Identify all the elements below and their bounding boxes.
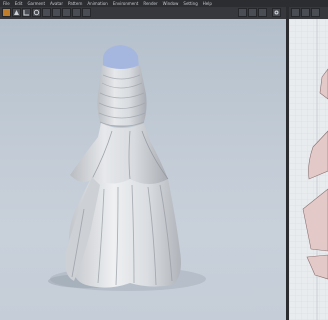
menu-window[interactable]: Window — [163, 0, 179, 7]
tack-icon[interactable] — [72, 8, 81, 17]
pattern-select-icon[interactable] — [291, 8, 300, 17]
menu-avatar[interactable]: Avatar — [50, 0, 63, 7]
pin-icon[interactable] — [62, 8, 71, 17]
gizmo-icon[interactable] — [22, 8, 31, 17]
settings-icon[interactable] — [272, 8, 281, 17]
arrange-icon[interactable] — [258, 8, 267, 17]
view-2d-icon[interactable] — [238, 8, 247, 17]
move-icon[interactable] — [12, 8, 21, 17]
view-3d-icon[interactable] — [248, 8, 257, 17]
menu-setting[interactable]: Setting — [183, 0, 197, 7]
scale-icon[interactable] — [42, 8, 51, 17]
menu-help[interactable]: Help — [203, 0, 212, 7]
menu-garment[interactable]: Garment — [27, 0, 45, 7]
menu-edit[interactable]: Edit — [15, 0, 23, 7]
pattern-point-icon[interactable] — [311, 8, 320, 17]
menu-environment[interactable]: Environment — [113, 0, 139, 7]
menu-bar: File Edit Garment Avatar Pattern Animati… — [0, 0, 328, 7]
select-icon[interactable] — [2, 8, 11, 17]
menu-render[interactable]: Render — [143, 0, 157, 7]
pattern-window-2d[interactable] — [289, 19, 328, 320]
pattern-edit-icon[interactable] — [301, 8, 310, 17]
simulate-icon[interactable] — [82, 8, 91, 17]
rotate-icon[interactable] — [32, 8, 41, 17]
dress-ruffle — [70, 123, 168, 185]
menu-file[interactable]: File — [3, 0, 10, 7]
garment-render[interactable] — [0, 19, 286, 320]
pattern-canvas[interactable] — [289, 19, 328, 320]
viewport-3d[interactable] — [0, 19, 286, 320]
fold-icon[interactable] — [52, 8, 61, 17]
menu-pattern[interactable]: Pattern — [68, 0, 82, 7]
menu-animation[interactable]: Animation — [87, 0, 107, 7]
